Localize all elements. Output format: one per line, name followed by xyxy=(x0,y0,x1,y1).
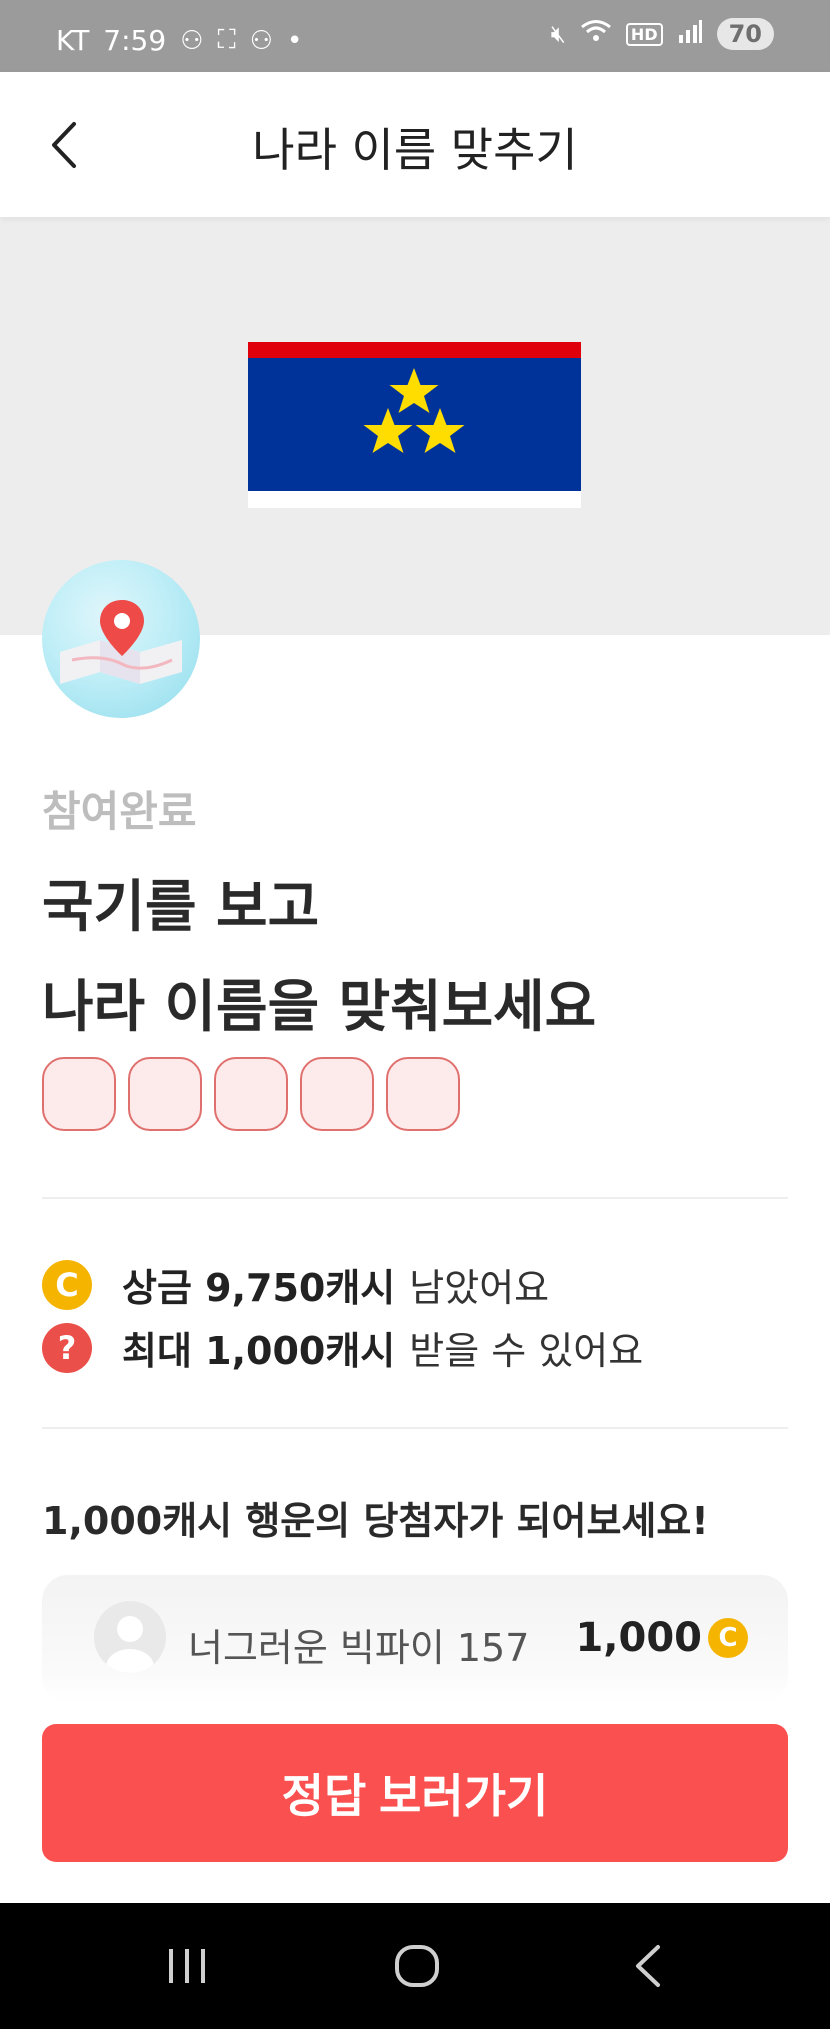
mute-icon: 🔇︎ xyxy=(550,20,566,48)
luck-title: 1,000캐시 행운의 당첨자가 되어보세요! xyxy=(42,1499,709,1543)
prize-remaining-row: C 상금 9,750캐시 남았어요 xyxy=(42,1257,549,1312)
battery-indicator: 70 xyxy=(716,18,774,50)
answer-box[interactable] xyxy=(300,1057,374,1131)
answer-boxes xyxy=(42,1057,460,1131)
country-flag xyxy=(248,342,581,508)
screenshot-icon: ⛶ xyxy=(217,25,236,55)
status-right: 🔇︎ HD 70 xyxy=(551,18,774,50)
max-reward-row: ? 최대 1,000캐시 받을 수 있어요 xyxy=(42,1320,643,1375)
back-icon xyxy=(636,1945,660,1987)
participation-status: 참여완료 xyxy=(42,787,197,836)
question-line-1: 국기를 보고 xyxy=(42,875,320,940)
max-reward-amount: 최대 1,000캐시 xyxy=(122,1329,396,1373)
wifi-icon xyxy=(580,18,612,50)
question-line-2: 나라 이름을 맞춰보세요 xyxy=(42,975,597,1040)
home-button[interactable] xyxy=(387,1941,447,1991)
signal-icon xyxy=(677,19,703,49)
prize-suffix: 남았어요 xyxy=(409,1266,550,1310)
recent-apps-button[interactable] xyxy=(157,1941,217,1991)
record-icon: ⚇ xyxy=(180,25,204,56)
clock: 7:59 xyxy=(103,24,167,57)
carrier: KT xyxy=(56,24,90,57)
app-header: 나라 이름 맞추기 xyxy=(0,72,830,217)
divider xyxy=(42,1427,788,1429)
view-answer-button[interactable]: 정답 보러가기 xyxy=(42,1724,788,1862)
winner-amount-value: 1,000 xyxy=(575,1615,702,1661)
winner-amount: 1,000 C xyxy=(575,1615,748,1661)
answer-box[interactable] xyxy=(386,1057,460,1131)
hd-icon: HD xyxy=(625,22,663,46)
answer-box[interactable] xyxy=(42,1057,116,1131)
quiz-question: 국기를 보고 나라 이름을 맞춰보세요 xyxy=(42,858,596,1058)
divider xyxy=(42,1197,788,1199)
status-left: KT 7:59 ⚇ ⛶ ⚇ • xyxy=(56,24,302,57)
coin-icon: C xyxy=(42,1259,92,1310)
system-nav-bar xyxy=(0,1903,830,2029)
question-icon: ? xyxy=(42,1322,92,1373)
winner-name: 너그러운 빅파이 157 xyxy=(188,1626,530,1670)
answer-box[interactable] xyxy=(128,1057,202,1131)
status-bar: KT 7:59 ⚇ ⛶ ⚇ • 🔇︎ HD 70 xyxy=(0,0,830,72)
prize-amount: 상금 9,750캐시 xyxy=(122,1266,396,1310)
coin-icon: C xyxy=(708,1618,748,1658)
record-icon: ⚇ xyxy=(249,25,274,56)
nav-back-button[interactable] xyxy=(620,1941,680,1991)
winner-card: 너그러운 빅파이 157 1,000 C xyxy=(42,1575,788,1703)
recent-apps-icon xyxy=(169,1949,205,1983)
home-icon xyxy=(395,1945,439,1987)
page-title: 나라 이름 맞추기 xyxy=(252,123,578,177)
avatar xyxy=(94,1601,166,1673)
answer-box[interactable] xyxy=(214,1057,288,1131)
map-pin-icon xyxy=(42,560,200,718)
max-reward-suffix: 받을 수 있어요 xyxy=(409,1329,644,1373)
dot-icon: • xyxy=(287,25,303,56)
